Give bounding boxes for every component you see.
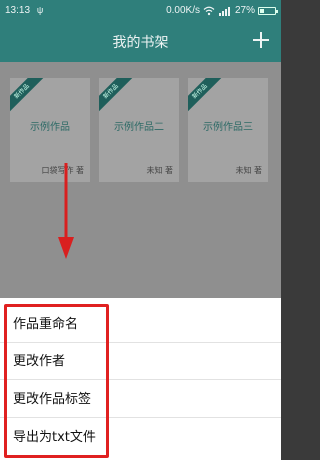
battery-icon	[258, 6, 278, 15]
wifi-icon	[203, 6, 215, 15]
app-bar: 我的书架	[0, 22, 281, 62]
status-left: 13:13 ψ	[5, 5, 43, 16]
usb-icon: ψ	[36, 5, 44, 15]
page-title: 我的书架	[112, 35, 169, 51]
new-badge: 新作品	[188, 78, 227, 119]
signal-icon	[218, 6, 230, 16]
book-author: 未知 著	[235, 166, 262, 175]
book-title: 示例作品	[30, 122, 70, 133]
new-badge: 新作品	[10, 78, 49, 119]
book-card[interactable]: 新作品 示例作品三 未知 著	[188, 78, 268, 182]
bookshelf: 新作品 示例作品 口袋写作 著 新作品 示例作品二 未知 著 新作品 示例作品三…	[0, 62, 281, 298]
options-bottom-sheet: 作品重命名 更改作者 更改作品标签 导出为txt文件	[0, 298, 281, 460]
red-arrow-annotation	[58, 163, 74, 259]
battery-fill	[260, 8, 264, 13]
battery-percent: 27%	[234, 5, 255, 16]
book-card[interactable]: 新作品 示例作品二 未知 著	[99, 78, 179, 182]
book-title: 示例作品三	[203, 122, 253, 133]
new-badge: 新作品	[99, 78, 138, 119]
book-title: 示例作品二	[114, 122, 164, 133]
red-highlight-box	[4, 304, 109, 458]
network-speed: 0.00K/s	[166, 5, 200, 16]
status-right: 0.00K/s 27%	[166, 5, 278, 16]
status-time: 13:13	[5, 5, 31, 16]
book-author: 未知 著	[146, 166, 173, 175]
plus-icon[interactable]	[253, 32, 269, 48]
status-bar: 13:13 ψ 0.00K/s 27%	[0, 0, 281, 22]
book-card[interactable]: 新作品 示例作品 口袋写作 著	[10, 78, 90, 182]
